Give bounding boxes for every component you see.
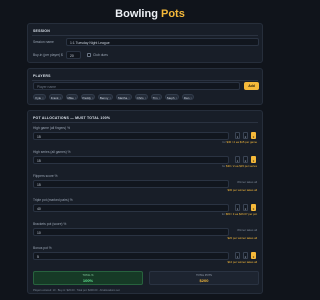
payout-hint-prefix: for [222, 164, 226, 168]
buyin-label: Buy-in (per player) $ [33, 53, 63, 57]
winner-takes-all-note: Winner takes all [237, 180, 257, 184]
places-option[interactable]: 3 [251, 252, 256, 259]
session-card: SESSION Session name 1:1 Tuesday Night L… [27, 23, 263, 63]
places-option[interactable]: 1 [235, 132, 240, 139]
club-dues-label: Club dues [93, 53, 108, 57]
allocation-percent-input[interactable]: 15 [33, 180, 229, 188]
payout-hint-amount: $80 / 3 ea $26.67 per pot [225, 212, 257, 216]
allocation-label: Bonus pot % [33, 246, 52, 250]
payout-hint-amount: $30 / 2 ea $15 per game [226, 140, 257, 144]
places-option[interactable]: 2 [243, 204, 248, 211]
session-name-input[interactable]: 1:1 Tuesday Night League [66, 38, 259, 46]
remove-player-icon[interactable]: × [159, 96, 161, 100]
player-chip: Tim× [151, 94, 162, 100]
allocation-percent-input[interactable]: 40 [33, 204, 229, 212]
remove-player-icon[interactable]: × [109, 96, 111, 100]
player-chip: Chris× [135, 94, 148, 100]
remove-player-icon[interactable]: × [128, 96, 130, 100]
allocation-label: Flippers score % [33, 174, 58, 178]
players-card: PLAYERS Player name Add Kyle× Frank× Mike×… [27, 68, 263, 105]
player-chip-name: Chris [136, 96, 144, 101]
allocation-label: High series (all games) % [33, 150, 71, 154]
allocation-payout-hint: for $80 / 3 ea $26.67 per pot [222, 212, 257, 216]
allocations-card: POT ALLOCATIONS — MUST TOTAL 100% High g… [27, 110, 263, 294]
allocation-percent-input[interactable]: 10 [33, 228, 229, 236]
remove-player-icon[interactable]: × [92, 96, 94, 100]
remove-player-icon[interactable]: × [176, 96, 178, 100]
app-title-main: Bowling [115, 8, 158, 20]
buyin-input[interactable]: 20 [66, 51, 81, 59]
allocation-payout-hint: for $30 / 2 ea $15 per series [222, 164, 257, 168]
player-chip-name: Tim [152, 96, 158, 101]
app-title: Bowling Pots [0, 8, 300, 20]
player-chip: Frank× [49, 94, 63, 100]
club-dues-checkbox[interactable] [87, 53, 91, 57]
player-chip-name: Dan [183, 96, 190, 101]
app-title-accent: Pots [161, 8, 185, 20]
remove-player-icon[interactable]: × [145, 96, 147, 100]
player-chip-name: Paddy [82, 96, 91, 101]
total-pots-value: $200 [199, 278, 209, 284]
places-option[interactable]: 1 [235, 204, 240, 211]
total-pots-box: TOTAL POTS $200 [149, 271, 259, 285]
allocation-label: Triple pot (marked pairs) % [33, 198, 73, 202]
places-option[interactable]: 2 [243, 156, 248, 163]
player-chip-name: Steph [166, 96, 175, 101]
player-chip-name: Kyle [35, 96, 42, 101]
places-option[interactable]: 2 [243, 252, 248, 259]
player-chip-name: Mike [67, 96, 74, 101]
player-chip: Benny× [98, 94, 113, 100]
payout-hint-prefix: for [222, 140, 226, 144]
session-name-label: Session name [33, 40, 54, 44]
places-option[interactable]: 3 [251, 132, 256, 139]
payout-hint-amount: $30 / 2 ea $15 per series [226, 164, 257, 168]
remove-player-icon[interactable]: × [190, 96, 192, 100]
payout-hint-amount: $10 per winner takes all [227, 260, 257, 264]
allocations-heading: POT ALLOCATIONS — MUST TOTAL 100% [33, 116, 111, 120]
remove-player-icon[interactable]: × [75, 96, 77, 100]
players-divider [32, 80, 258, 81]
payout-hint-amount: $20 per winner takes all [227, 236, 257, 240]
allocation-label: Brackets pot (score) % [33, 222, 67, 226]
allocation-percent-input[interactable]: 5 [33, 252, 229, 260]
player-chip-name: Frank [50, 96, 59, 101]
places-option[interactable]: 3 [251, 156, 256, 163]
player-name-input[interactable]: Player name [33, 82, 240, 90]
player-chip-name: Benny [99, 96, 109, 101]
places-option[interactable]: 3 [251, 204, 256, 211]
allocation-payout-hint: $30 per winner takes all [227, 188, 257, 192]
player-chip: Martha× [116, 94, 132, 100]
places-option[interactable]: 2 [243, 132, 248, 139]
session-divider [32, 35, 258, 36]
payout-hint-amount: $30 per winner takes all [227, 188, 257, 192]
player-chip-name: Martha [117, 96, 128, 101]
session-heading: SESSION [33, 29, 50, 33]
player-chip: Kyle× [33, 94, 46, 100]
places-option[interactable]: 1 [235, 156, 240, 163]
allocation-percent-input[interactable]: 15 [33, 156, 229, 164]
remove-player-icon[interactable]: × [42, 96, 44, 100]
player-chip: Steph× [165, 94, 179, 100]
player-chip: Dan× [182, 94, 194, 100]
allocation-label: High game (all fingers) % [33, 126, 71, 130]
add-player-button[interactable]: Add [244, 82, 259, 90]
players-heading: PLAYERS [33, 74, 51, 78]
winner-takes-all-note: Winner takes all [237, 228, 257, 232]
total-percent-label: TOTAL % [82, 274, 94, 277]
allocation-footer: Players entered: 10 · Buy-in: $20.00 · T… [33, 289, 120, 292]
total-pots-label: TOTAL POTS [196, 274, 212, 277]
allocation-payout-hint: for $30 / 2 ea $15 per game [222, 140, 257, 144]
summary-area: TOTAL % 100% TOTAL POTS $200 [33, 271, 259, 285]
allocations-divider [32, 122, 258, 123]
places-option[interactable]: 1 [235, 252, 240, 259]
allocation-payout-hint: $20 per winner takes all [227, 236, 257, 240]
total-percent-value: 100% [82, 278, 94, 284]
player-chip: Mike× [66, 94, 78, 100]
player-chip: Paddy× [81, 94, 95, 100]
remove-player-icon[interactable]: × [59, 96, 61, 100]
allocation-percent-input[interactable]: 15 [33, 132, 229, 140]
total-percent-box: TOTAL % 100% [33, 271, 143, 285]
allocation-payout-hint: $10 per winner takes all [227, 260, 257, 264]
payout-hint-prefix: for [221, 212, 225, 216]
